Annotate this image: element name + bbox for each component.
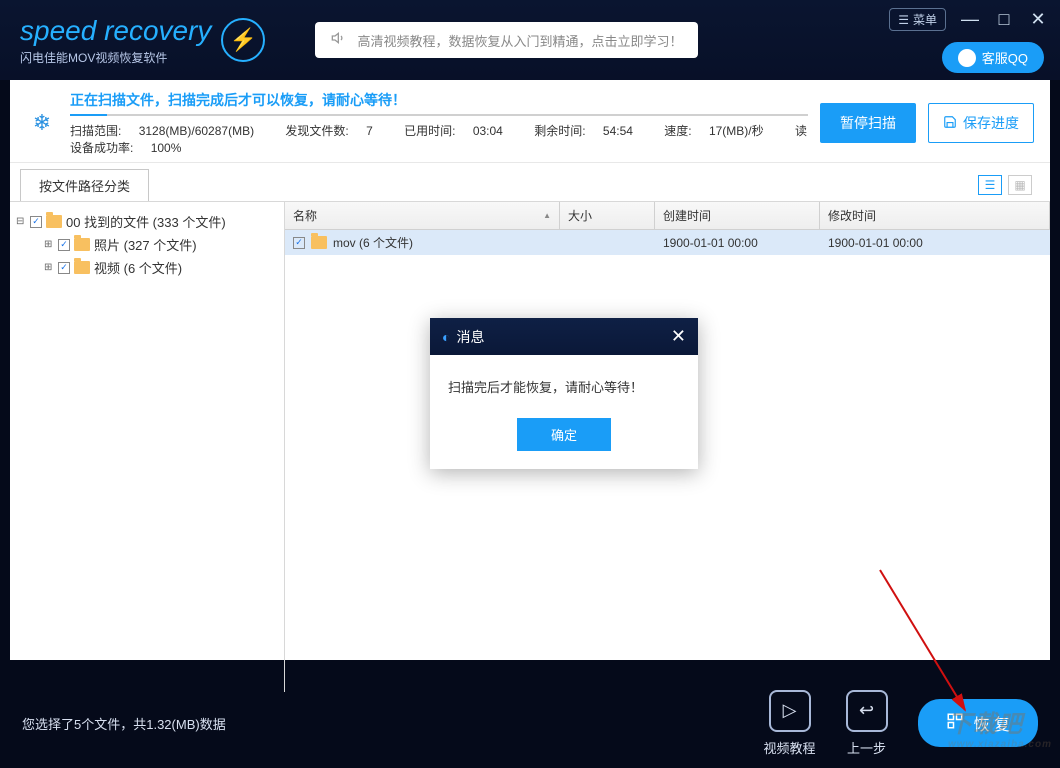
video-tutorial-button[interactable]: ▷ 视频教程	[764, 690, 816, 757]
sort-indicator: ▲	[543, 211, 551, 220]
progress-bar	[70, 114, 808, 116]
expand-icon[interactable]: ⊞	[44, 239, 54, 250]
tree-root[interactable]: ⊟ ✓ 00 找到的文件 (333 个文件)	[16, 210, 278, 233]
checkbox[interactable]: ✓	[58, 262, 70, 274]
pause-scan-button[interactable]: 暂停扫描	[820, 103, 916, 143]
tree-photos[interactable]: ⊞ ✓ 照片 (327 个文件)	[16, 233, 278, 256]
file-row[interactable]: ✓ mov (6 个文件) 1900-01-01 00:00 1900-01-0…	[285, 230, 1050, 255]
dialog-title: 消息	[456, 327, 484, 347]
expand-icon[interactable]: ⊟	[16, 216, 26, 227]
file-tree: ⊟ ✓ 00 找到的文件 (333 个文件) ⊞ ✓ 照片 (327 个文件) …	[10, 202, 285, 692]
maximize-button[interactable]: □	[994, 9, 1014, 30]
row-checkbox[interactable]: ✓	[293, 237, 305, 249]
dialog-ok-button[interactable]: 确定	[517, 418, 611, 451]
tutorial-banner[interactable]: 高清视频教程，数据恢复从入门到精通，点击立即学习！	[315, 22, 698, 58]
app-logo-text: speed recovery	[20, 15, 211, 47]
grid-view-button[interactable]: ▦	[1008, 175, 1032, 195]
app-logo-subtitle: 闪电佳能MOV视频恢复软件	[20, 49, 211, 66]
scan-status-title: 正在扫描文件，扫描完成后才可以恢复，请耐心等待！	[70, 90, 808, 110]
watermark: 下载吧 www.xiazaiba.com	[948, 704, 1052, 750]
qq-icon	[958, 49, 976, 67]
folder-icon	[74, 261, 90, 274]
col-size[interactable]: 大小	[560, 202, 655, 229]
folder-icon	[46, 215, 62, 228]
menu-icon: ☰	[898, 13, 909, 27]
scan-meta: 扫描范围: 3128(MB)/60287(MB) 发现文件数: 7 已用时间: …	[70, 122, 808, 156]
folder-icon	[311, 236, 327, 249]
speaker-icon	[331, 30, 347, 51]
save-progress-button[interactable]: 保存进度	[928, 103, 1034, 143]
back-button[interactable]: ↩ 上一步	[846, 690, 888, 757]
list-view-button[interactable]: ☰	[978, 175, 1002, 195]
tab-by-path[interactable]: 按文件路径分类	[20, 169, 149, 201]
save-icon	[943, 115, 957, 132]
scan-icon: ❄	[26, 110, 58, 136]
checkbox[interactable]: ✓	[30, 216, 42, 228]
lightning-icon: ⚡	[221, 18, 265, 62]
dialog-icon: ◐	[442, 329, 450, 345]
selection-status: 您选择了5个文件，共1.32(MB)数据	[22, 714, 226, 733]
play-icon: ▷	[769, 690, 811, 732]
minimize-button[interactable]: —	[960, 9, 980, 30]
expand-icon[interactable]: ⊞	[44, 262, 54, 273]
back-icon: ↩	[846, 690, 888, 732]
col-name[interactable]: 名称▲	[285, 202, 560, 229]
close-button[interactable]: ✕	[1028, 9, 1048, 30]
tutorial-text: 高清视频教程，数据恢复从入门到精通，点击立即学习！	[357, 31, 682, 50]
folder-icon	[74, 238, 90, 251]
tree-videos[interactable]: ⊞ ✓ 视频 (6 个文件)	[16, 256, 278, 279]
qq-support-button[interactable]: 客服QQ	[942, 42, 1044, 73]
col-create[interactable]: 创建时间	[655, 202, 820, 229]
dialog-close-button[interactable]: ✕	[671, 326, 686, 347]
column-headers: 名称▲ 大小 创建时间 修改时间	[285, 202, 1050, 230]
checkbox[interactable]: ✓	[58, 239, 70, 251]
menu-button[interactable]: ☰ 菜单	[889, 8, 946, 31]
col-modify[interactable]: 修改时间	[820, 202, 1050, 229]
dialog-body: 扫描完后才能恢复，请耐心等待！	[430, 355, 698, 418]
message-dialog: ◐ 消息 ✕ 扫描完后才能恢复，请耐心等待！ 确定	[430, 318, 698, 469]
